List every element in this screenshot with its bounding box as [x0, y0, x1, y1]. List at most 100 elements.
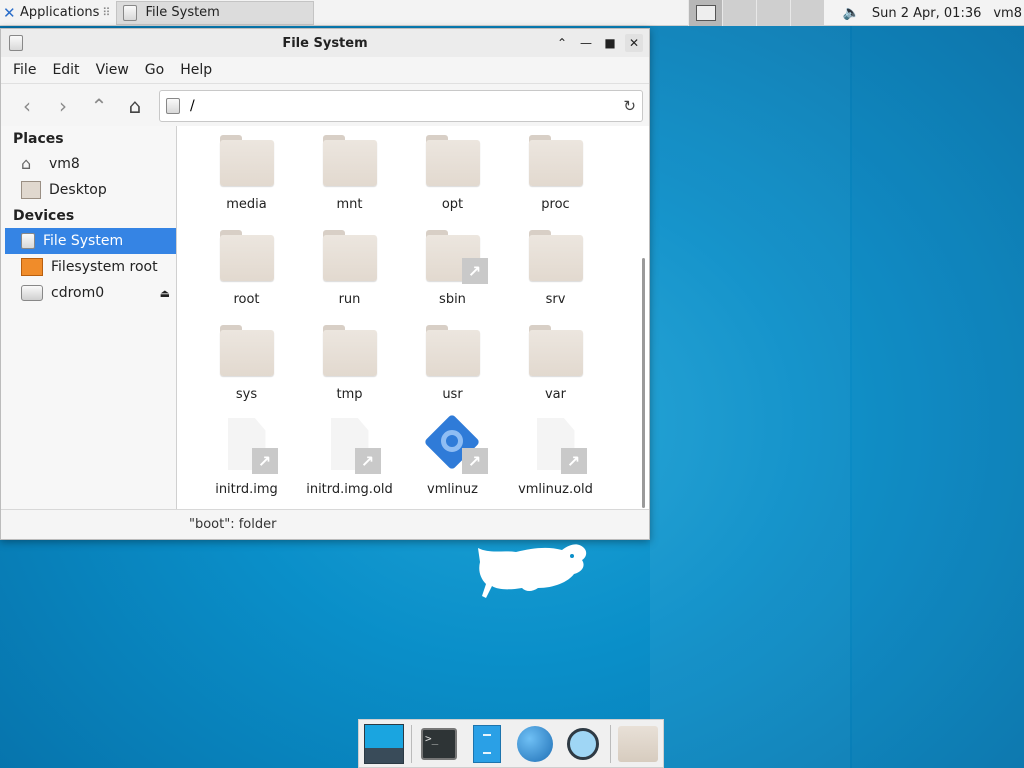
forward-icon[interactable]: ›	[45, 90, 81, 122]
menu-edit[interactable]: Edit	[44, 62, 87, 78]
menu-file[interactable]: File	[5, 62, 44, 78]
workspace-switcher	[688, 0, 824, 26]
reload-icon[interactable]: ↻	[623, 97, 636, 115]
desktop-light-band	[650, 0, 850, 768]
file-item[interactable]: ↗ initrd.img	[195, 416, 298, 509]
volume-icon[interactable]: 🔈	[842, 5, 859, 21]
file-item[interactable]: ↗ vmlinuz	[401, 413, 504, 509]
file-item[interactable]: run	[298, 226, 401, 321]
taskbar-window-button[interactable]: File System	[116, 0, 315, 25]
file-manager-launcher[interactable]	[466, 723, 508, 765]
file-item[interactable]: mnt	[298, 131, 401, 226]
show-desktop-icon	[364, 723, 404, 764]
sidebar-item-label: vm8	[49, 156, 80, 172]
harddisk-icon	[21, 258, 43, 276]
clock[interactable]: Sun 2 Apr, 01:36	[872, 6, 981, 21]
file-item[interactable]: root	[195, 226, 298, 321]
close-button[interactable]: ✕	[625, 34, 643, 52]
file-item[interactable]: opt	[401, 131, 504, 226]
sidebar-item-label: Desktop	[49, 182, 107, 198]
folder-icon	[528, 228, 583, 282]
up-icon[interactable]: ⌃	[81, 90, 117, 122]
file-item[interactable]: tmp	[298, 321, 401, 416]
menu-go[interactable]: Go	[137, 62, 172, 78]
folder-icon	[219, 228, 274, 282]
sidebar-item-label: File System	[43, 233, 124, 249]
file-item[interactable]: ↗ sbin	[401, 226, 504, 321]
taskbar-window-title: File System	[145, 5, 220, 20]
menu-view[interactable]: View	[88, 62, 137, 78]
scrollbar[interactable]	[642, 258, 645, 508]
file-item[interactable]: var	[504, 321, 607, 416]
file-name: usr	[442, 387, 463, 402]
sidebar-item-file-system[interactable]: File System	[5, 228, 176, 254]
xfce-logo-icon: ✕	[3, 3, 16, 22]
window-controls: ⌃ — ■ ✕	[553, 34, 643, 52]
folder-icon	[528, 133, 583, 187]
file-item[interactable]: media	[195, 131, 298, 226]
file-cabinet-icon	[473, 724, 501, 763]
document-icon: ↗	[533, 418, 587, 474]
document-icon: ↗	[327, 418, 381, 474]
location-input[interactable]	[188, 97, 616, 115]
file-item[interactable]: proc	[504, 131, 607, 226]
workspace-3[interactable]	[756, 0, 790, 26]
sidebar-item-cdrom[interactable]: cdrom0 ⏏	[1, 280, 176, 306]
menubar: File Edit View Go Help	[1, 57, 649, 84]
folder-icon	[425, 323, 480, 377]
dock: >_	[358, 719, 664, 768]
back-icon[interactable]: ‹	[9, 90, 45, 122]
home-folder-icon: ⌂	[21, 154, 32, 173]
location-drive-icon	[166, 98, 180, 114]
maximize-button[interactable]: ■	[601, 34, 619, 52]
minimize-button[interactable]: —	[577, 34, 595, 52]
folder-icon	[219, 133, 274, 187]
magnifier-icon	[567, 727, 599, 760]
folder-icon	[425, 133, 480, 187]
app-finder-launcher[interactable]	[562, 723, 604, 765]
sidebar-item-home[interactable]: ⌂ vm8	[1, 151, 176, 177]
sidebar-item-filesystem-root[interactable]: Filesystem root	[1, 254, 176, 280]
folder-icon	[219, 323, 274, 377]
file-name: tmp	[336, 387, 363, 402]
menu-help[interactable]: Help	[172, 62, 220, 78]
file-name: run	[338, 292, 361, 307]
file-item[interactable]: sys	[195, 321, 298, 416]
file-name: initrd.img.old	[306, 482, 393, 497]
show-desktop-button[interactable]	[363, 723, 405, 765]
terminal-launcher[interactable]: >_	[418, 723, 460, 765]
web-browser-launcher[interactable]	[514, 723, 556, 765]
shade-button[interactable]: ⌃	[553, 34, 571, 52]
file-item[interactable]: usr	[401, 321, 504, 416]
file-manager-window: File System ⌃ — ■ ✕ File Edit View Go He…	[0, 28, 650, 540]
workspace-1[interactable]	[688, 0, 722, 26]
sidebar-item-desktop[interactable]: Desktop	[1, 177, 176, 203]
workspace-4[interactable]	[790, 0, 824, 26]
workspace-2[interactable]	[722, 0, 756, 26]
user-menu[interactable]: vm8	[993, 6, 1022, 21]
drive-icon	[21, 233, 35, 249]
symlink-arrow-icon: ↗	[461, 258, 488, 284]
file-item[interactable]: srv	[504, 226, 607, 321]
terminal-icon: >_	[421, 727, 457, 760]
folder-icon	[322, 228, 377, 282]
folder-icon	[618, 725, 658, 762]
sidebar-item-label: cdrom0	[51, 285, 105, 301]
home-icon[interactable]: ⌂	[117, 90, 153, 122]
places-header: Places	[13, 131, 64, 147]
file-item[interactable]: ↗ initrd.img.old	[298, 416, 401, 509]
home-folder-launcher[interactable]	[617, 723, 659, 765]
window-titlebar[interactable]: File System ⌃ — ■ ✕	[1, 29, 649, 57]
file-name: mnt	[336, 197, 363, 212]
folder-icon	[528, 323, 583, 377]
toolbar: ‹ › ⌃ ⌂ ↻	[1, 84, 649, 129]
content-area: Places ⌂ vm8 Desktop Devices File System…	[1, 126, 649, 509]
workspace-window-thumbnail	[695, 5, 716, 21]
file-item[interactable]: ↗ vmlinuz.old	[504, 416, 607, 509]
status-text: "boot": folder	[189, 517, 277, 532]
folder-icon	[322, 323, 377, 377]
applications-menu-button[interactable]: ✕ Applications ⠿	[0, 0, 114, 26]
xfce-mouse-logo-icon	[478, 544, 587, 598]
eject-icon[interactable]: ⏏	[160, 287, 170, 300]
file-view[interactable]: media mnt opt proc root run ↗ sbin srv sys tmp usr v…	[177, 126, 649, 509]
